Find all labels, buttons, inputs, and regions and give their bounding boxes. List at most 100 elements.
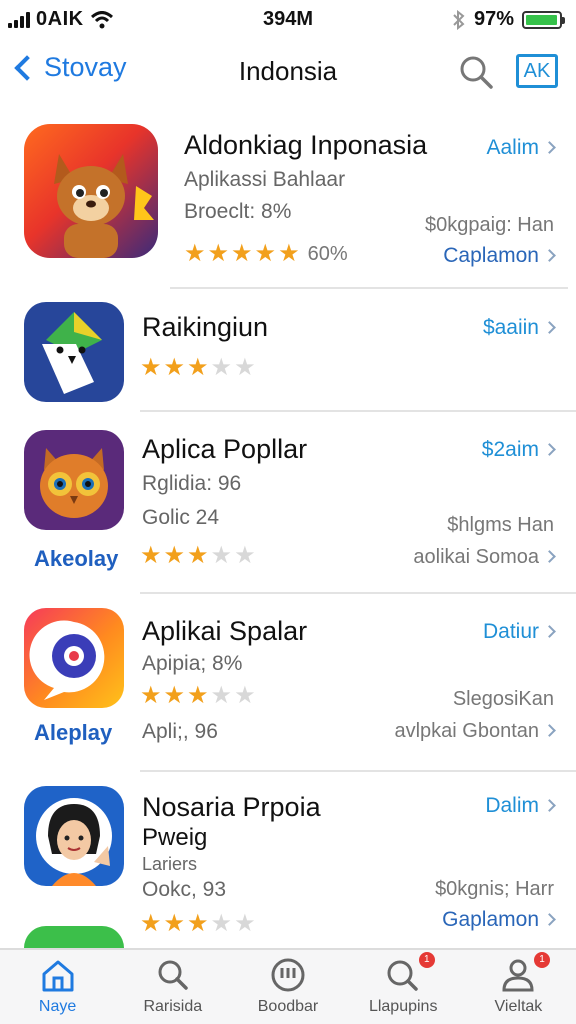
app-detail: Golic 24: [142, 506, 220, 529]
star-icon: ★: [234, 542, 256, 569]
publisher-brand: Aleplay: [34, 720, 113, 745]
star-icon: ★: [234, 682, 256, 709]
status-bar: 0AIK 394M 97%: [0, 0, 576, 40]
app-subtitle: Aplikassi Bahlaar: [184, 168, 346, 191]
battery-percent: 97%: [473, 8, 514, 30]
app-name: Raikingiun: [142, 312, 269, 342]
get-button[interactable]: $aaiin: [482, 316, 556, 340]
ar-view-button[interactable]: AK: [516, 54, 558, 88]
app-subtitle: Lariers: [142, 854, 198, 874]
search-icon[interactable]: [456, 52, 496, 92]
star-icon: ★: [231, 240, 253, 267]
tab-home[interactable]: Naye: [0, 950, 115, 1024]
app-icon-chat: [24, 608, 124, 708]
get-label: Dalim: [485, 794, 539, 817]
app-list: Aldonkiag Inponasia Aplikassi Bahlaar Br…: [0, 110, 576, 950]
action-label: avlpkai Gbontan: [394, 720, 539, 742]
get-button[interactable]: Aalim: [486, 136, 556, 160]
star-rating: ★ ★ ★ ★ ★: [140, 684, 256, 708]
app-icon-avatar: [24, 786, 124, 886]
app-name: Aplikai Spalar: [142, 616, 308, 646]
get-label: $aaiin: [482, 316, 539, 339]
star-icon: ★: [210, 682, 233, 709]
divider: [140, 410, 576, 412]
search-icon: [158, 960, 188, 990]
star-icon: ★: [140, 354, 162, 381]
tab-bar: Naye Rarisida Boodbar 1 Llapupins 1 Viel…: [0, 948, 576, 1024]
app-name: Aldonkiag Inponasia: [184, 130, 428, 160]
tab-updates[interactable]: 1 Llapupins: [346, 950, 461, 1024]
app-meta: $0kgnis; Harr: [435, 878, 554, 900]
list-item[interactable]: Aleplay Aplikai Spalar Apipia; 8% ★ ★ ★ …: [0, 596, 576, 768]
star-icon: ★: [140, 682, 162, 709]
tab-label: Rarisida: [143, 998, 203, 1015]
chevron-right-icon: [543, 443, 556, 456]
home-icon: [42, 960, 74, 992]
app-subtitle: Apipia; 8%: [142, 652, 243, 675]
get-button[interactable]: $2aim: [481, 438, 556, 462]
tab-search[interactable]: Rarisida: [115, 950, 230, 1024]
star-icon: ★: [163, 542, 186, 569]
star-icon: ★: [210, 354, 233, 381]
ar-label: AK: [523, 60, 551, 82]
star-icon: ★: [234, 354, 256, 381]
chevron-right-icon: [543, 141, 556, 154]
divider: [170, 287, 568, 289]
app-icon-bird: [24, 302, 124, 402]
action-label: aolikai Somoa: [413, 546, 539, 568]
app-name: Nosaria Prpoia: [142, 792, 321, 822]
star-icon: ★: [163, 682, 186, 709]
star-icon: ★: [187, 682, 209, 709]
star-rating: ★ ★ ★ ★ ★ 60%: [184, 242, 348, 266]
tab-label: Boodbar: [257, 998, 319, 1015]
notification-badge: 1: [418, 952, 435, 968]
chevron-right-icon: [543, 724, 556, 737]
star-icon: ★: [210, 542, 233, 569]
list-item[interactable]: Akeolay Aplica Popllar Rglidia: 96 Golic…: [0, 414, 576, 590]
star-icon: ★: [254, 240, 277, 267]
tab-profile[interactable]: 1 Vieltak: [461, 950, 576, 1024]
star-icon: ★: [187, 354, 209, 381]
nav-bar: Stovay Indonsia AK: [0, 40, 576, 104]
action-link[interactable]: aolikai Somoa: [413, 546, 556, 569]
get-button[interactable]: Dalim: [485, 794, 556, 818]
updates-icon: [387, 960, 418, 991]
list-item[interactable]: Raikingiun ★ ★ ★ ★ ★ $aaiin: [0, 290, 576, 410]
get-label: $2aim: [481, 438, 539, 461]
divider: [140, 770, 576, 772]
games-icon: [271, 958, 305, 992]
star-icon: ★: [207, 240, 230, 267]
app-detail: Apli;, 96: [142, 720, 218, 743]
action-link[interactable]: Caplamon: [443, 244, 556, 268]
chevron-right-icon: [543, 321, 556, 334]
star-rating: ★ ★ ★ ★ ★: [140, 356, 256, 380]
star-rating: ★ ★ ★ ★ ★: [140, 544, 256, 568]
star-icon: ★: [187, 542, 209, 569]
profile-icon: [502, 959, 534, 992]
tab-label: Vieltak: [494, 998, 543, 1015]
chevron-right-icon: [543, 799, 556, 812]
tab-label: Naye: [38, 998, 77, 1015]
app-name: Aplica Popllar: [142, 434, 308, 464]
chevron-right-icon: [543, 550, 556, 563]
app-icon-owl: [24, 430, 124, 530]
list-item[interactable]: [0, 922, 576, 950]
get-button[interactable]: Datiur: [483, 620, 556, 644]
app-icon-fox: [24, 124, 158, 258]
app-meta: $hlgms Han: [447, 514, 554, 536]
tab-games[interactable]: Boodbar: [230, 950, 345, 1024]
get-label: Aalim: [486, 136, 539, 159]
app-detail: Broeclt: 8%: [184, 200, 292, 223]
app-detail: Ookc, 93: [142, 878, 227, 901]
action-label: Caplamon: [443, 244, 539, 267]
list-item[interactable]: Aldonkiag Inponasia Aplikassi Bahlaar Br…: [0, 110, 576, 286]
star-icon: ★: [184, 240, 206, 267]
app-icon-partial: [24, 926, 124, 950]
action-link[interactable]: avlpkai Gbontan: [394, 720, 556, 743]
battery-icon: [522, 10, 565, 29]
app-meta: $0kgpaig: Han: [425, 214, 554, 236]
bird-icon: [42, 312, 102, 394]
bluetooth-icon: [453, 9, 465, 30]
person-avatar-icon: [36, 798, 112, 886]
notification-badge: 1: [534, 952, 551, 968]
